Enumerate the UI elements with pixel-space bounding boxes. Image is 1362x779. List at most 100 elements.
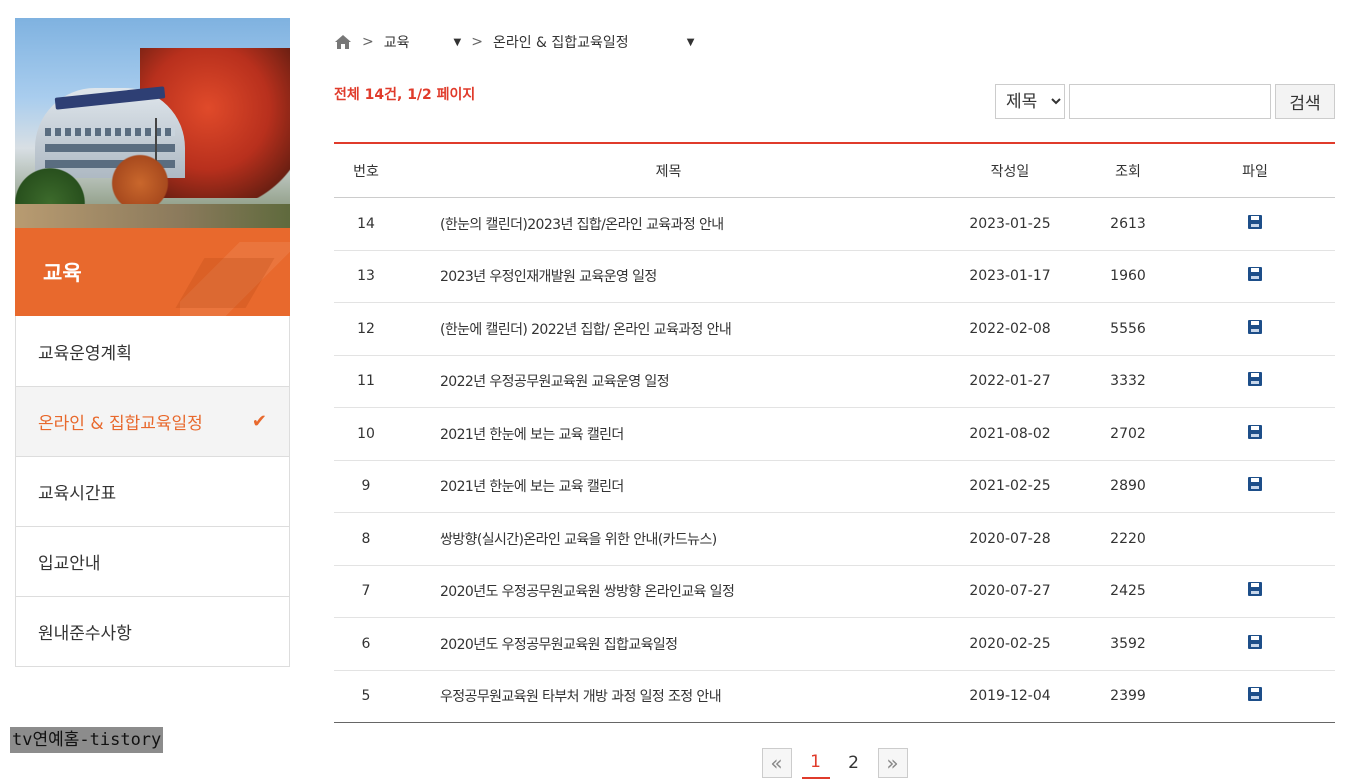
row-views: 2702 — [1081, 407, 1175, 461]
search-input[interactable] — [1069, 84, 1271, 119]
result-summary: 전체 14건, 1/2 페이지 — [334, 87, 476, 103]
row-number: 11 — [334, 355, 398, 408]
row-number: 14 — [334, 197, 398, 251]
row-title-link[interactable]: 2021년 한눈에 보는 교육 캘린더 — [398, 460, 939, 513]
file-download-icon[interactable] — [1248, 372, 1262, 387]
breadcrumb-level2-label: 온라인 & 집합교육일정 — [492, 35, 629, 51]
board-toolbar: 전체 14건, 1/2 페이지 제목 검색 — [334, 78, 1335, 120]
row-views: 2220 — [1081, 512, 1175, 566]
column-header-file: 파일 — [1175, 143, 1335, 198]
sidebar: 교육 교육운영계획 온라인 & 집합교육일정 ✔ 교육시간표 입교안내 원내준수… — [15, 18, 290, 667]
row-file — [1175, 197, 1335, 251]
row-file — [1175, 617, 1335, 671]
row-title-link[interactable]: 우정공무원교육원 타부처 개방 과정 일정 조정 안내 — [398, 670, 939, 723]
row-number: 13 — [334, 250, 398, 303]
sidebar-item-label: 원내준수사항 — [38, 624, 132, 644]
row-views: 5556 — [1081, 302, 1175, 356]
home-icon[interactable] — [334, 34, 352, 50]
search-button[interactable]: 검색 — [1275, 84, 1335, 119]
file-download-icon[interactable] — [1248, 267, 1262, 282]
sidebar-item-label: 교육시간표 — [38, 484, 117, 504]
row-file — [1175, 460, 1335, 513]
table-row: 11 2022년 우정공무원교육원 교육운영 일정 2022-01-27 3332 — [334, 355, 1335, 408]
row-number: 10 — [334, 407, 398, 461]
table-row: 7 2020년도 우정공무원교육원 쌍방향 온라인교육 일정 2020-07-27 2… — [334, 565, 1335, 618]
main-content: > 교육 ▼ > 온라인 & 집합교육일정 ▼ 전체 14건, 1/2 페이지 … — [334, 28, 1335, 779]
row-views: 2399 — [1110, 688, 1146, 705]
file-download-icon[interactable] — [1248, 424, 1262, 439]
row-date: 2023-01-25 — [939, 197, 1081, 251]
row-title-link[interactable]: 2023년 우정인재개발원 교육운영 일정 — [398, 250, 939, 303]
sidebar-item-schedule[interactable]: 온라인 & 집합교육일정 ✔ — [16, 386, 289, 456]
file-download-icon[interactable] — [1248, 582, 1262, 597]
row-views: 2613 — [1081, 197, 1175, 251]
sidebar-item-label: 온라인 & 집합교육일정 — [38, 414, 203, 434]
sidebar-item-label: 입교안내 — [38, 554, 101, 574]
caret-down-icon: ▼ — [453, 36, 462, 48]
prev-page-button[interactable]: « — [761, 748, 792, 778]
table-row: 6 2020년도 우정공무원교육원 집합교육일정 2020-02-25 3592 — [334, 617, 1335, 671]
sidebar-item-rules[interactable]: 원내준수사항 — [16, 596, 289, 666]
row-title-link[interactable]: 2020년도 우정공무원교육원 집합교육일정 — [398, 617, 939, 671]
hero-image — [15, 18, 290, 228]
row-views: 1960 — [1081, 250, 1175, 303]
breadcrumb-level2-select[interactable]: 온라인 & 집합교육일정 ▼ — [493, 32, 694, 52]
breadcrumb-level1-select[interactable]: 교육 ▼ — [384, 32, 461, 52]
sidebar-title: 교육 — [15, 228, 290, 316]
row-views: 2890 — [1081, 460, 1175, 513]
row-title-link[interactable]: 2020년도 우정공무원교육원 쌍방향 온라인교육 일정 — [398, 565, 939, 618]
row-title-link[interactable]: (한눈에 캘린더) 2022년 집합/ 온라인 교육과정 안내 — [398, 302, 939, 356]
breadcrumb: > 교육 ▼ > 온라인 & 집합교육일정 ▼ — [334, 28, 1335, 56]
row-file — [1175, 512, 1335, 566]
page-link-2[interactable]: 2 — [840, 747, 868, 779]
check-icon: ✔ — [251, 411, 267, 432]
row-title-link[interactable]: 2021년 한눈에 보는 교육 캘린더 — [398, 407, 939, 461]
table-row: 5 우정공무원교육원 타부처 개방 과정 일정 조정 안내 2019-12-04 23… — [334, 670, 1335, 723]
breadcrumb-separator: > — [362, 34, 374, 50]
sidebar-item-timetable[interactable]: 교육시간표 — [16, 456, 289, 526]
row-title-link[interactable]: 2022년 우정공무원교육원 교육운영 일정 — [398, 355, 939, 408]
file-download-icon[interactable] — [1248, 634, 1262, 649]
row-date: 2020-07-28 — [939, 512, 1081, 566]
column-header-title: 제목 — [398, 143, 939, 198]
breadcrumb-separator: > — [471, 34, 483, 50]
sidebar-menu: 교육운영계획 온라인 & 집합교육일정 ✔ 교육시간표 입교안내 원내준수사항 — [15, 316, 290, 667]
table-row: 9 2021년 한눈에 보는 교육 캘린더 2021-02-25 2890 — [334, 460, 1335, 513]
row-title-link[interactable]: 쌍방향(실시간)온라인 교육을 위한 안내(카드뉴스) — [398, 512, 939, 566]
row-file — [1175, 302, 1335, 356]
file-download-icon[interactable] — [1248, 214, 1262, 229]
row-file — [1175, 670, 1335, 723]
board-body: 14 (한눈의 캘린더)2023년 집합/온라인 교육과정 안내 2023-01-2… — [334, 197, 1335, 723]
column-header-number: 번호 — [334, 143, 398, 198]
row-date: 2020-07-27 — [939, 565, 1081, 618]
sidebar-item-label: 교육운영계획 — [38, 343, 132, 364]
search-field-select[interactable]: 제목 — [995, 84, 1065, 119]
row-date: 2020-02-25 — [939, 617, 1081, 671]
row-date: 2019-12-04 — [969, 688, 1051, 705]
file-download-icon[interactable] — [1248, 477, 1262, 492]
page-link-1[interactable]: 1 — [801, 747, 830, 779]
next-page-button[interactable]: » — [877, 748, 908, 778]
sidebar-item-admission[interactable]: 입교안내 — [16, 526, 289, 596]
column-header-views: 조회 — [1081, 143, 1175, 198]
watermark: tv연예홈-tistory — [10, 727, 164, 753]
row-number: 9 — [334, 460, 398, 513]
row-file — [1175, 565, 1335, 618]
row-title-link[interactable]: (한눈의 캘린더)2023년 집합/온라인 교육과정 안내 — [398, 197, 939, 251]
row-file — [1175, 355, 1335, 408]
sidebar-item-plan[interactable]: 교육운영계획 — [16, 316, 289, 386]
column-header-date: 작성일 — [939, 143, 1081, 198]
row-date: 2023-01-17 — [939, 250, 1081, 303]
pagination: « 1 2 » — [334, 747, 1335, 779]
row-number: 6 — [334, 617, 398, 671]
row-number: 12 — [334, 302, 398, 356]
table-row: 12 (한눈에 캘린더) 2022년 집합/ 온라인 교육과정 안내 2022-02… — [334, 302, 1335, 356]
row-number: 8 — [334, 512, 398, 566]
row-number: 5 — [361, 688, 371, 705]
row-views: 3332 — [1081, 355, 1175, 408]
row-file — [1175, 407, 1335, 461]
caret-down-icon: ▼ — [686, 36, 695, 48]
file-download-icon[interactable] — [1248, 687, 1262, 702]
row-file — [1175, 250, 1335, 303]
file-download-icon[interactable] — [1248, 319, 1262, 334]
